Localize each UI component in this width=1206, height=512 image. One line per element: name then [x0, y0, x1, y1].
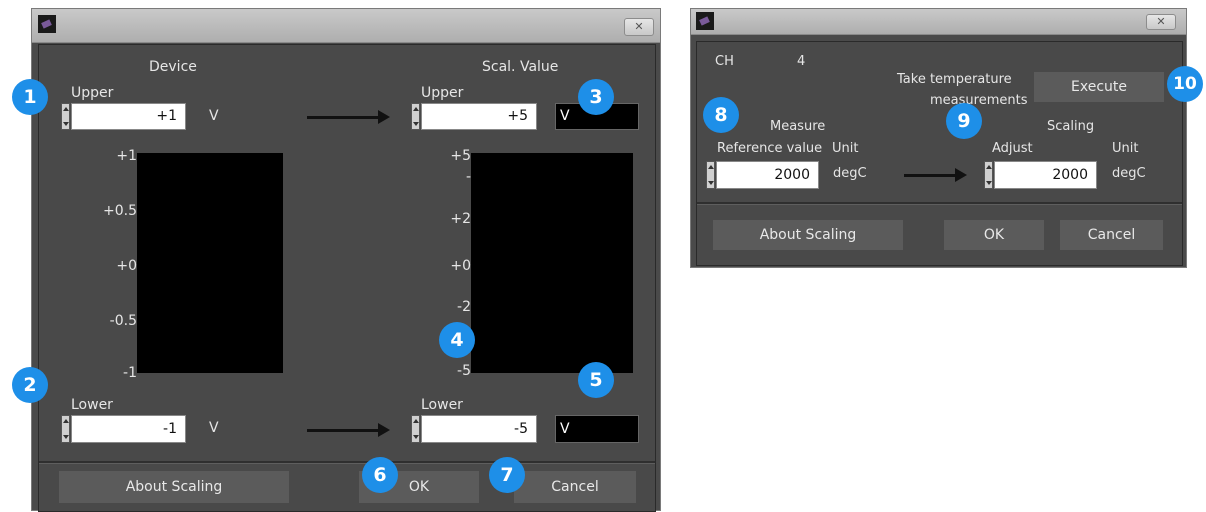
scal-lower-unit-field[interactable]: V [555, 415, 639, 443]
divider [697, 202, 1182, 205]
ch-label: CH [715, 54, 734, 69]
scal-lower-spinner-arrows[interactable] [411, 415, 420, 443]
device-lower-input[interactable]: -1 [71, 415, 186, 443]
device-upper-label: Upper [71, 85, 114, 101]
scal-upper-input[interactable]: +5 [421, 103, 537, 130]
upper-arrow-icon [307, 110, 390, 124]
app-icon [696, 12, 714, 30]
device-tick: +0.5 [103, 203, 137, 219]
adjust-value-input[interactable]: 2000 [994, 161, 1097, 189]
scaling-header: Scaling [1047, 119, 1095, 134]
divider [39, 461, 655, 464]
device-lower-unit: V [209, 420, 219, 436]
adjust-label: Adjust [992, 141, 1033, 156]
scal-upper-label: Upper [421, 85, 464, 101]
scal-value-header: Scal. Value [482, 59, 559, 75]
scal-tick: +5 [450, 148, 471, 164]
take-temp-label-line2: measurements [930, 93, 1028, 108]
scaling-dialog: ✕ Device Scal. Value Upper +1 V Upper +5… [31, 8, 661, 512]
take-temp-label-line1: Take temperature [897, 72, 1012, 87]
device-lower-spinner-arrows[interactable] [61, 415, 70, 443]
scal-lower-label: Lower [421, 397, 463, 413]
scal-tick-minor: - [465, 169, 471, 185]
device-tick: -1 [123, 365, 137, 381]
device-lower-label: Lower [71, 397, 113, 413]
callout-badge: 2 [12, 367, 48, 403]
title-bar[interactable]: ✕ [691, 9, 1186, 35]
scal-upper-spinner-arrows[interactable] [411, 103, 420, 130]
device-upper-spinner-arrows[interactable] [61, 103, 70, 130]
unit-label-right: Unit [1112, 141, 1139, 156]
cancel-button[interactable]: Cancel [514, 471, 636, 503]
about-scaling-button[interactable]: About Scaling [59, 471, 289, 503]
scal-range-graph [471, 153, 633, 373]
callout-badge: 9 [946, 103, 982, 139]
close-button[interactable]: ✕ [624, 18, 654, 36]
reference-unit: degC [833, 166, 867, 181]
callout-badge: 6 [362, 457, 398, 493]
callout-badge: 4 [439, 322, 475, 358]
callout-badge: 5 [578, 362, 614, 398]
adjust-unit: degC [1112, 166, 1146, 181]
measure-to-scaling-arrow-icon [904, 168, 967, 182]
dialog-body: CH 4 Take temperature measurements Execu… [696, 41, 1183, 266]
adjust-spinner-arrows[interactable] [984, 161, 993, 189]
device-upper-input[interactable]: +1 [71, 103, 186, 130]
device-range-graph [137, 153, 283, 373]
callout-badge: 3 [578, 79, 614, 115]
device-tick: +1 [116, 148, 137, 164]
device-tick: -0.5 [109, 313, 137, 329]
lower-arrow-icon [307, 423, 390, 437]
callout-badge: 1 [12, 79, 48, 115]
callout-badge: 7 [489, 457, 525, 493]
reference-value-input[interactable]: 2000 [716, 161, 819, 189]
device-upper-unit: V [209, 108, 219, 124]
reference-value-label: Reference value [717, 141, 823, 156]
close-button[interactable]: ✕ [1146, 14, 1176, 30]
temperature-scaling-dialog: ✕ CH 4 Take temperature measurements Exe… [690, 8, 1187, 268]
callout-badge: 8 [703, 97, 739, 133]
scal-tick: -5 [457, 363, 471, 379]
about-scaling-button[interactable]: About Scaling [713, 220, 903, 250]
scal-tick: +0 [450, 258, 471, 274]
dialog-body: Device Scal. Value Upper +1 V Upper +5 V… [38, 44, 656, 512]
callout-badge: 10 [1167, 66, 1203, 102]
cancel-button[interactable]: Cancel [1060, 220, 1163, 250]
scal-lower-input[interactable]: -5 [421, 415, 537, 443]
scal-tick: -2 [457, 299, 471, 315]
app-icon [38, 15, 56, 33]
measure-header: Measure [770, 119, 826, 134]
unit-label-left: Unit [832, 141, 859, 156]
scal-tick: +2 [450, 211, 471, 227]
ch-value: 4 [797, 54, 806, 69]
device-header: Device [149, 59, 197, 75]
title-bar[interactable]: ✕ [32, 9, 660, 43]
execute-button[interactable]: Execute [1034, 72, 1164, 102]
ok-button[interactable]: OK [944, 220, 1044, 250]
device-tick: +0 [116, 258, 137, 274]
reference-spinner-arrows[interactable] [706, 161, 715, 189]
